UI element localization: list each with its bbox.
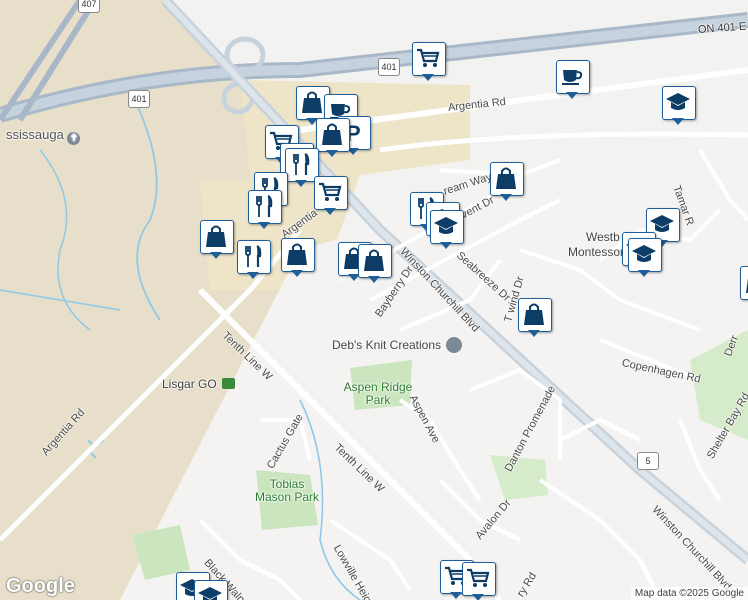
map-canvas[interactable]: 407 401 401 5 ON 401 E Winston Churchill…	[0, 0, 748, 600]
poi-marker-shopping-cart[interactable]	[314, 176, 348, 216]
mississauga-label: ssissauga ✝	[6, 127, 81, 145]
poi-marker-bag[interactable]	[281, 238, 315, 278]
marker-pointer	[638, 270, 650, 277]
poi-marker-school[interactable]	[628, 238, 662, 278]
debs-knit-creations-label[interactable]: Deb's Knit Creations	[332, 337, 463, 353]
marker-pointer	[500, 194, 512, 201]
marker-pointer	[422, 74, 434, 81]
highway-shield-401-a: 401	[128, 90, 150, 108]
shop-place-icon	[446, 337, 463, 353]
marker-pointer	[326, 150, 338, 157]
map-attribution[interactable]: Map data ©2025 Google	[630, 587, 748, 600]
highway-shield-407: 407	[78, 0, 100, 13]
debs-knit-creations-text: Deb's Knit Creations	[332, 338, 442, 352]
poi-marker-shopping-cart[interactable]	[412, 42, 446, 82]
poi-marker-bag[interactable]	[518, 298, 552, 338]
poi-marker-school[interactable]	[662, 86, 696, 126]
poi-marker-bag[interactable]	[200, 220, 234, 260]
mississauga-text: ssissauga	[6, 127, 64, 142]
poi-marker-bag[interactable]	[358, 244, 392, 284]
marker-pointer	[472, 594, 484, 600]
poi-marker-bag[interactable]	[740, 266, 748, 306]
poi-marker-school[interactable]	[194, 580, 228, 600]
highway-shield-5: 5	[637, 452, 659, 470]
marker-pointer	[295, 180, 307, 187]
marker-pointer	[566, 92, 578, 99]
marker-pointer	[258, 222, 270, 229]
train-station-icon	[222, 378, 236, 389]
marker-pointer	[291, 270, 303, 277]
poi-marker-food[interactable]	[248, 190, 282, 230]
marker-pointer	[324, 208, 336, 215]
westb-label[interactable]: Westb	[586, 230, 620, 244]
aspen-ridge-park-label[interactable]: Aspen Ridge Park	[338, 381, 418, 407]
marker-pointer	[672, 118, 684, 125]
tobias-mason-park-label[interactable]: Tobias Mason Park	[252, 478, 322, 504]
poi-marker-bag[interactable]	[490, 162, 524, 202]
lisgar-go-label[interactable]: Lisgar GO	[162, 377, 236, 391]
city-hall-icon: ✝	[67, 132, 81, 145]
marker-pointer	[528, 330, 540, 337]
poi-marker-bag[interactable]	[316, 118, 350, 158]
marker-pointer	[247, 272, 259, 279]
poi-marker-food[interactable]	[237, 240, 271, 280]
marker-pointer	[368, 276, 380, 283]
google-logo: Google	[6, 575, 75, 597]
highway-shield-401-b: 401	[378, 58, 400, 76]
poi-marker-cup[interactable]	[556, 60, 590, 100]
lisgar-go-text: Lisgar GO	[162, 377, 217, 391]
map-base-layer	[0, 0, 748, 600]
poi-marker-school[interactable]	[430, 210, 464, 250]
marker-pointer	[210, 252, 222, 259]
marker-pointer	[440, 242, 452, 249]
poi-marker-shopping-cart[interactable]	[462, 562, 496, 600]
marker-pointer	[450, 592, 462, 599]
